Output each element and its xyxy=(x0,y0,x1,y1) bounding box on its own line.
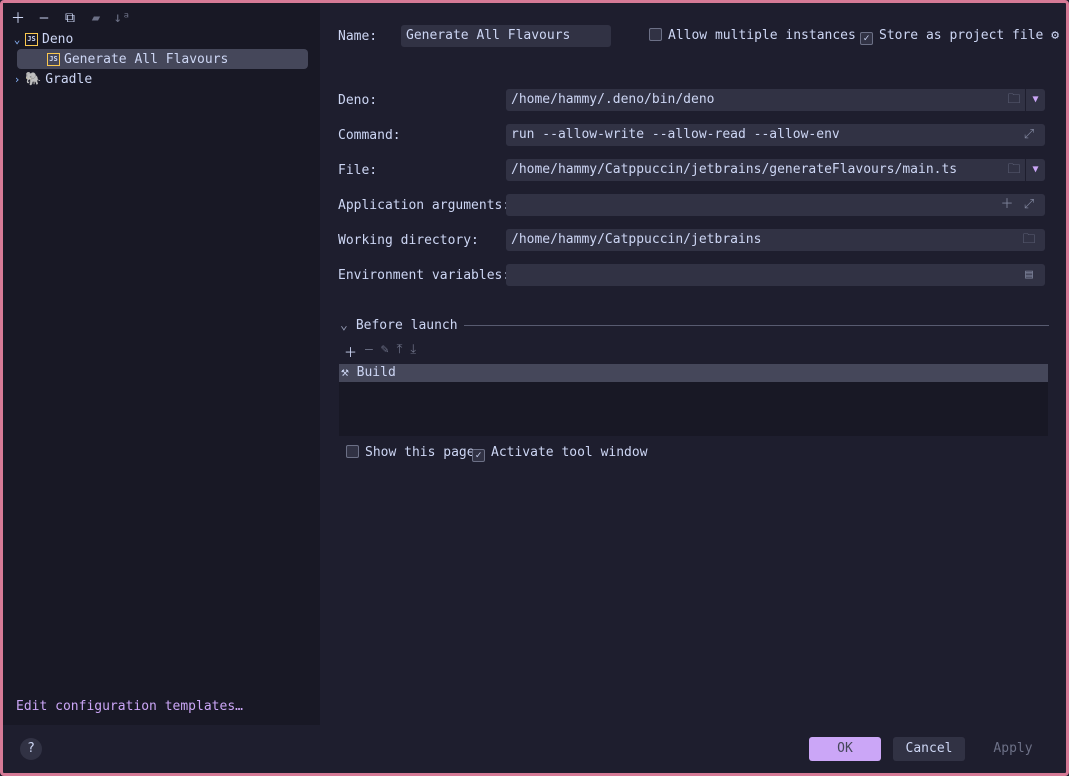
dropdown-arrow-icon[interactable]: ▼ xyxy=(1025,89,1045,111)
move-down-icon[interactable]: ⤓ xyxy=(410,342,416,361)
folder-icon[interactable]: 🗀 xyxy=(1018,229,1040,251)
apply-button[interactable]: Apply xyxy=(980,737,1046,761)
deno-label: Deno: xyxy=(338,93,378,108)
checkbox[interactable]: ✓ xyxy=(860,32,873,45)
new-folder-icon[interactable]: ▰ xyxy=(87,10,105,26)
help-button[interactable]: ? xyxy=(20,738,42,760)
config-sidebar: ＋ — ⧉ ▰ ↓ᵃ ⌄ JS Deno JS Generate All Flavou… xyxy=(3,3,320,725)
sidebar-toolbar: ＋ — ⧉ ▰ ↓ᵃ xyxy=(9,8,131,28)
gradle-icon: 🐘 xyxy=(25,71,42,87)
plus-icon[interactable]: ＋ xyxy=(996,194,1018,216)
js-icon: JS xyxy=(47,52,60,66)
config-tree: ⌄ JS Deno JS Generate All Flavours › 🐘 Gradle xyxy=(3,29,320,89)
minus-icon[interactable]: — xyxy=(365,342,373,361)
checkbox[interactable]: ✓ xyxy=(472,449,485,462)
app-args-label: Application arguments: xyxy=(338,198,511,213)
working-dir-input[interactable]: /home/hammy/Catppuccin/jetbrains 🗀 xyxy=(506,229,1045,251)
tree-item-generate-all-flavours[interactable]: JS Generate All Flavours xyxy=(17,49,308,69)
checkbox[interactable] xyxy=(346,445,359,458)
cancel-button[interactable]: Cancel xyxy=(893,737,965,761)
activate-tool-checkbox[interactable]: ✓ Activate tool window xyxy=(472,445,648,462)
before-launch-list: ⚒ Build xyxy=(339,364,1048,436)
allow-multiple-checkbox[interactable]: Allow multiple instances xyxy=(649,28,856,43)
divider xyxy=(463,325,1049,326)
app-args-input[interactable]: ＋ ⤢ xyxy=(506,194,1045,216)
plus-icon[interactable]: ＋ xyxy=(344,342,357,361)
command-input[interactable]: run --allow-write --allow-read --allow-e… xyxy=(506,124,1045,146)
command-label: Command: xyxy=(338,128,401,143)
plus-icon[interactable]: ＋ xyxy=(9,8,27,28)
store-project-checkbox[interactable]: ✓ Store as project file ⚙ xyxy=(860,28,1059,45)
tree-item-gradle[interactable]: › 🐘 Gradle xyxy=(3,69,320,89)
move-up-icon[interactable]: ⤒ xyxy=(397,342,403,361)
js-icon: JS xyxy=(25,32,38,46)
before-launch-section[interactable]: ⌄ Before launch xyxy=(340,318,1049,333)
folder-icon[interactable]: 🗀 xyxy=(1003,89,1025,111)
edit-templates-link[interactable]: Edit configuration templates… xyxy=(16,699,243,714)
sort-icon[interactable]: ↓ᵃ xyxy=(113,10,131,26)
copy-icon[interactable]: ⧉ xyxy=(61,10,79,26)
file-input[interactable]: /home/hammy/Catppuccin/jetbrains/generat… xyxy=(506,159,1045,181)
folder-icon[interactable]: 🗀 xyxy=(1003,159,1025,181)
hammer-icon: ⚒ xyxy=(341,365,349,380)
show-page-checkbox[interactable]: Show this page xyxy=(346,445,475,460)
chevron-down-icon[interactable]: ⌄ xyxy=(9,33,25,46)
gear-icon[interactable]: ⚙ xyxy=(1051,28,1059,43)
env-vars-input[interactable]: ▤ xyxy=(506,264,1045,286)
list-item[interactable]: ⚒ Build xyxy=(339,364,1048,382)
edit-icon[interactable]: ✎ xyxy=(381,342,389,361)
tree-item-deno[interactable]: ⌄ JS Deno xyxy=(3,29,320,49)
env-vars-label: Environment variables: xyxy=(338,268,511,283)
expand-icon[interactable]: ⤢ xyxy=(1018,124,1040,146)
minus-icon[interactable]: — xyxy=(35,10,53,26)
before-launch-toolbar: ＋ — ✎ ⤒ ⤓ xyxy=(344,342,416,361)
expand-icon[interactable]: ⤢ xyxy=(1018,194,1040,216)
dropdown-arrow-icon[interactable]: ▼ xyxy=(1025,159,1045,181)
document-icon[interactable]: ▤ xyxy=(1018,264,1040,286)
ok-button[interactable]: OK xyxy=(809,737,881,761)
file-label: File: xyxy=(338,163,378,178)
name-label: Name: xyxy=(338,29,378,44)
working-dir-label: Working directory: xyxy=(338,233,479,248)
checkbox[interactable] xyxy=(649,28,662,41)
chevron-down-icon[interactable]: ⌄ xyxy=(340,318,348,333)
chevron-right-icon[interactable]: › xyxy=(9,73,25,86)
deno-input[interactable]: /home/hammy/.deno/bin/deno 🗀 ▼ xyxy=(506,89,1045,111)
name-input[interactable]: Generate All Flavours xyxy=(401,25,611,47)
